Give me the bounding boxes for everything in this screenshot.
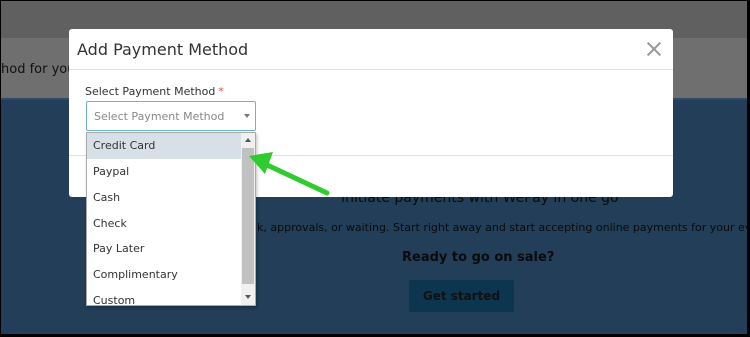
option-check[interactable]: Check [87, 211, 241, 237]
payment-method-label-text: Select Payment Method [85, 85, 216, 98]
background-ready-text: Ready to go on sale? [402, 250, 555, 265]
option-complimentary[interactable]: Complimentary [87, 262, 241, 288]
required-mark: * [218, 85, 224, 98]
modal-title: Add Payment Method [77, 40, 249, 59]
option-pay-later[interactable]: Pay Later [87, 236, 241, 262]
payment-method-select[interactable]: Select Payment Method [86, 101, 256, 131]
get-started-button: Get started [409, 280, 514, 312]
select-placeholder: Select Payment Method [94, 110, 225, 123]
payment-method-dropdown: Credit Card Paypal Cash Check Pay Later … [86, 132, 256, 306]
option-cash[interactable]: Cash [87, 185, 241, 211]
screenshot-frame: hod for your Initiate payments with WePa… [1, 1, 747, 334]
modal-header: Add Payment Method [69, 29, 673, 70]
option-credit-card[interactable]: Credit Card [87, 133, 241, 159]
green-arrow-icon [249, 152, 330, 196]
payment-method-label: Select Payment Method * [85, 85, 224, 98]
background-subtext: k, approvals, or waiting. Start right aw… [257, 221, 747, 234]
chevron-down-icon [244, 114, 250, 118]
option-paypal[interactable]: Paypal [87, 159, 241, 185]
scroll-down-icon[interactable] [245, 295, 251, 299]
close-icon[interactable] [644, 39, 664, 59]
option-custom[interactable]: Custom [87, 288, 241, 305]
scroll-up-icon[interactable] [245, 138, 251, 142]
